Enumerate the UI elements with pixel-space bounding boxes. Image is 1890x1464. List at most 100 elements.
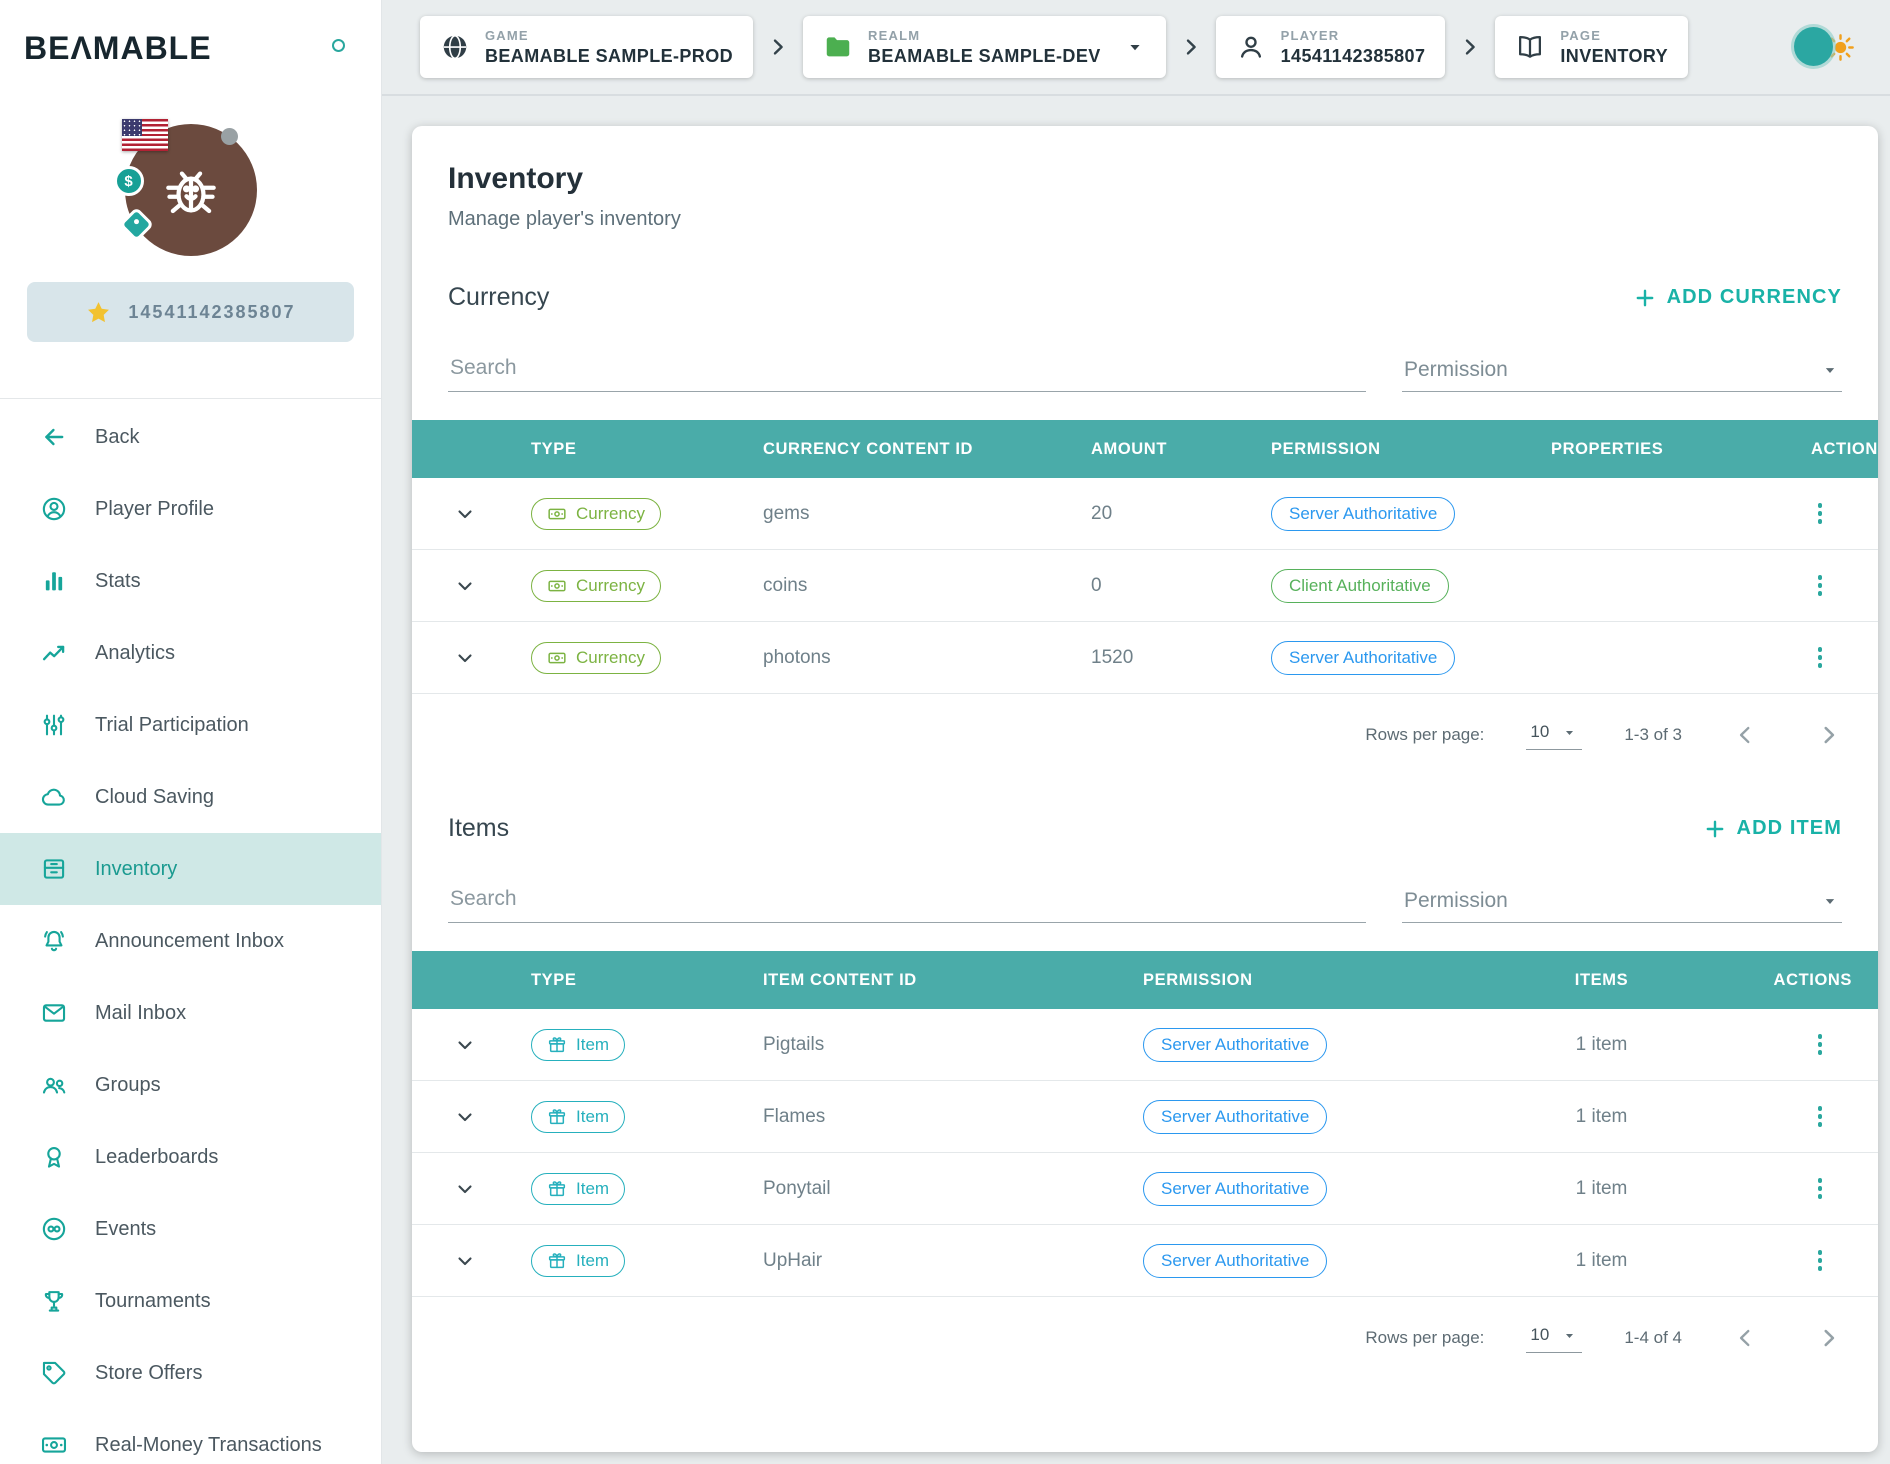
currency-search-input[interactable] [448,350,1366,392]
row-actions-menu-icon[interactable] [1814,571,1827,600]
sidebar-item-label: Tournaments [95,1290,211,1313]
permission-pill: Server Authoritative [1143,1244,1327,1278]
sidebar-item-events[interactable]: Events [0,1193,381,1265]
items-table-header: TYPE ITEM CONTENT ID PERMISSION ITEMS AC… [412,951,1878,1009]
sidebar-item-label: Inventory [95,858,177,881]
row-actions-menu-icon[interactable] [1814,643,1827,672]
sidebar-item-label: Back [95,426,139,449]
actions-cell [1709,1246,1878,1275]
sidebar-item-back[interactable]: Back [0,401,381,473]
sidebar-item-label: Mail Inbox [95,1002,186,1025]
row-actions-menu-icon[interactable] [1814,1030,1827,1059]
theme-toggle-knob [1794,27,1833,66]
sidebar-item-mail-inbox[interactable]: Mail Inbox [0,977,381,1049]
breadcrumb-page[interactable]: PAGE INVENTORY [1495,16,1688,78]
expand-chevron-icon[interactable] [453,1105,477,1129]
rows-per-page-value: 10 [1530,1325,1549,1345]
permission-select-label: Permission [1404,889,1508,913]
add-item-button[interactable]: ADD ITEM [1703,817,1842,841]
breadcrumb-player[interactable]: PLAYER 14541142385807 [1216,16,1446,78]
items-search-input[interactable] [448,881,1366,923]
sidebar-nav: Back Player Profile Stats Analytics Tria… [0,399,381,1464]
sidebar-item-analytics[interactable]: Analytics [0,617,381,689]
permission-select-label: Permission [1404,358,1508,382]
expand-chevron-icon[interactable] [453,502,477,526]
sidebar-item-player-profile[interactable]: Player Profile [0,473,381,545]
expand-chevron-icon[interactable] [453,1033,477,1057]
sidebar-item-label: Analytics [95,642,175,665]
next-page-icon[interactable] [1816,722,1842,748]
type-badge-label: Item [576,1251,609,1271]
items-section-title: Items [448,814,509,843]
permission-pill: Server Authoritative [1271,641,1455,675]
items-section-header: Items ADD ITEM [412,814,1878,843]
item-row-ponytail: Item Ponytail Server Authoritative 1 ite… [412,1153,1878,1225]
pagination-controls [1732,1325,1842,1351]
currency-rows-per-page-select[interactable]: 10 [1526,720,1582,750]
sidebar-item-tournaments[interactable]: Tournaments [0,1265,381,1337]
items-rows-per-page-select[interactable]: 10 [1526,1323,1582,1353]
expand-chevron-icon[interactable] [453,1249,477,1273]
sidebar-item-cloud-saving[interactable]: Cloud Saving [0,761,381,833]
crumb-value: INVENTORY [1560,46,1668,67]
type-badge-label: Item [576,1179,609,1199]
sidebar-item-label: Events [95,1218,156,1241]
row-actions-menu-icon[interactable] [1814,1246,1827,1275]
banknote-icon [547,648,567,668]
next-page-icon[interactable] [1816,1325,1842,1351]
add-currency-button[interactable]: ADD CURRENCY [1633,286,1842,310]
sidebar-item-announcement-inbox[interactable]: Announcement Inbox [0,905,381,977]
game-globe-icon [440,32,470,62]
medal-icon [40,1143,68,1171]
theme-toggle[interactable] [1792,24,1856,70]
breadcrumb-game[interactable]: GAME BEAMABLE SAMPLE-PROD [420,16,753,78]
sidebar-item-groups[interactable]: Groups [0,1049,381,1121]
expand-cell [412,1105,517,1129]
pagination-range: 1-3 of 3 [1624,725,1682,745]
currency-type-badge: Currency [531,498,661,530]
col-permission: PERMISSION [1257,440,1537,459]
permission-pill: Server Authoritative [1143,1028,1327,1062]
banknote-icon [547,576,567,596]
sidebar-item-inventory[interactable]: Inventory [0,833,381,905]
rows-per-page-label: Rows per page: [1365,725,1484,745]
sidebar-item-store-offers[interactable]: Store Offers [0,1337,381,1409]
item-count-cell: 1 item [1494,1178,1709,1200]
currency-permission-select[interactable]: Permission [1402,352,1842,392]
sidebar-item-trial-participation[interactable]: Trial Participation [0,689,381,761]
expand-chevron-icon[interactable] [453,574,477,598]
content-id-cell: photons [749,647,1077,669]
realm-dropdown-caret-icon[interactable] [1124,36,1146,58]
breadcrumb-realm[interactable]: REALM BEAMABLE SAMPLE-DEV [803,16,1166,78]
currency-type-badge: Currency [531,642,661,674]
row-actions-menu-icon[interactable] [1814,1102,1827,1131]
row-actions-menu-icon[interactable] [1814,499,1827,528]
type-cell: Currency [517,642,749,674]
back-icon [40,423,68,451]
expand-chevron-icon[interactable] [453,1177,477,1201]
previous-page-icon[interactable] [1732,1325,1758,1351]
item-count-cell: 1 item [1494,1034,1709,1056]
currency-row-coins: Currency coins 0 Client Authoritative [412,550,1878,622]
currency-section-header: Currency ADD CURRENCY [412,283,1878,312]
sidebar-item-leaderboards[interactable]: Leaderboards [0,1121,381,1193]
items-permission-select[interactable]: Permission [1402,883,1842,923]
col-currency-content-id: CURRENCY CONTENT ID [749,440,1077,459]
previous-page-icon[interactable] [1732,722,1758,748]
sidebar-collapse-indicator[interactable] [332,39,345,52]
col-actions: ACTIONS [1709,971,1878,990]
row-actions-menu-icon[interactable] [1814,1174,1827,1203]
star-icon [85,299,112,326]
crumb-text: GAME BEAMABLE SAMPLE-PROD [485,28,733,67]
gift-icon [547,1107,567,1127]
expand-chevron-icon[interactable] [453,646,477,670]
sidebar-item-real-money-transactions[interactable]: Real-Money Transactions [0,1409,381,1464]
item-type-badge: Item [531,1101,625,1133]
pagination-controls [1732,722,1842,748]
type-badge-label: Currency [576,504,645,524]
breadcrumb-separator-icon [766,35,790,59]
type-badge-label: Item [576,1107,609,1127]
chevron-down-icon [1820,360,1840,380]
item-type-badge: Item [531,1245,625,1277]
sidebar-item-stats[interactable]: Stats [0,545,381,617]
